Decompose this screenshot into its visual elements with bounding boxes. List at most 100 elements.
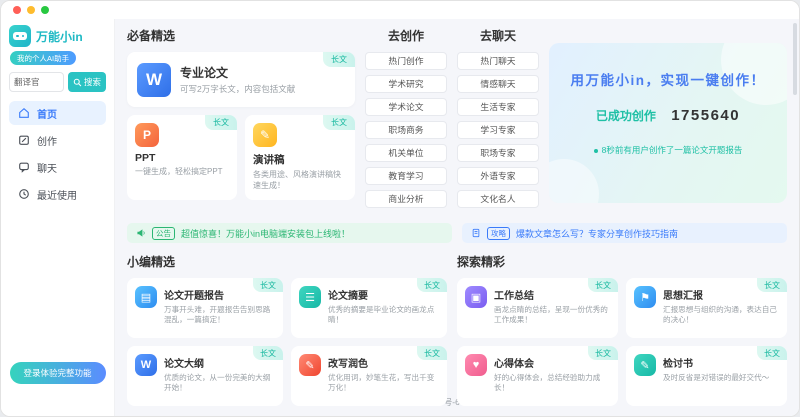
longform-badge: 长文 [323,52,355,67]
section-title: 必备精选 [127,27,355,44]
sidebar-item-recent[interactable]: 最近使用 [9,182,106,206]
create-item[interactable]: 商业分析 [365,190,447,208]
word-icon: W [137,63,171,97]
promo-stat-value: 1755640 [671,107,740,124]
section-title: 小编精选 [127,253,447,270]
clock-icon [18,188,30,200]
main-content: 必备精选 W 专业论文 可写2万字长文，内容包括文献 长文 P PPT [115,19,799,416]
announcement-text: 超值惊喜！万能小in电脑端安装包上线啦！ [181,227,350,240]
card-reflections[interactable]: ♥ 心得体会 好的心得体会，总结经验助力成长！ 长文 [457,346,618,406]
document-icon [471,228,481,238]
create-item[interactable]: 机关单位 [365,144,447,162]
flag-icon: ⚑ [634,286,656,308]
pen-icon: ✎ [634,354,656,376]
section-title: 去创作 [365,27,447,44]
create-item[interactable]: 学术论文 [365,98,447,116]
card-desc: 优秀的摘要是毕业论文的画龙点睛！ [328,305,439,326]
chat-item[interactable]: 热门聊天 [457,52,539,70]
longform-badge: 长文 [417,278,447,292]
sidebar: 万能小in 我的个人AI助手 搜索 首页 创作 [1,19,115,416]
section-go-chat: 去聊天 热门聊天 情感聊天 生活专家 学习专家 职场专家 外语专家 文化名人 [457,27,539,213]
sidebar-menu: 首页 创作 聊天 最近使用 [9,101,106,209]
robot-logo-icon [9,25,31,47]
chat-bubble-icon [18,161,30,173]
logo-tagline-badge: 我的个人AI助手 [10,51,76,65]
section-title: 探索精彩 [457,253,787,270]
card-title: 专业论文 [180,64,295,81]
minimize-button[interactable] [27,6,35,14]
card-self-criticism[interactable]: ✎ 检讨书 及时反省是对错误的最好交代～ 长文 [626,346,787,406]
card-thought-report[interactable]: ⚑ 思想汇报 汇报思想与组织的沟通，表达自己的决心！ 长文 [626,278,787,338]
card-desc: 优化用词，妙笔生花，写出千变万化！ [328,373,439,394]
card-ppt[interactable]: P PPT 一键生成，轻松搞定PPT 长文 [127,115,237,200]
promo-headline: 用万能小in，实现一键创作！ [563,69,773,89]
longform-badge: 长文 [253,278,283,292]
megaphone-icon [136,228,146,238]
ppt-icon: P [135,123,159,147]
promo-stat: 已成功创作 1755640 [563,107,773,124]
chat-item[interactable]: 生活专家 [457,98,539,116]
card-desc: 优质的论文，从一份完美的大纲开始！ [164,373,275,394]
card-title: 演讲稿 [253,152,347,167]
promo-ticker-text: 8秒前有用户创作了一篇论文开题报告 [602,145,743,155]
card-desc: 各类用途、风格演讲稿快速生成！ [253,170,347,192]
briefcase-icon: ▣ [465,286,487,308]
search-icon [73,78,82,87]
search-button[interactable]: 搜索 [68,72,106,92]
create-item[interactable]: 热门创作 [365,52,447,70]
sidebar-item-label: 最近使用 [37,187,77,202]
longform-badge: 长文 [757,278,787,292]
announcement-bar[interactable]: 公告 超值惊喜！万能小in电脑端安装包上线啦！ [127,223,452,243]
scrollbar[interactable] [793,23,797,95]
card-work-summary[interactable]: ▣ 工作总结 画龙点睛的总结，呈现一份优秀的工作成果！ 长文 [457,278,618,338]
sidebar-item-home[interactable]: 首页 [9,101,106,125]
app-window: 万能小in 我的个人AI助手 搜索 首页 创作 [0,0,800,417]
create-item[interactable]: 职场商务 [365,121,447,139]
promo-ticker: 8秒前有用户创作了一篇论文开题报告 [563,144,773,156]
section-editor-picks: 小编精选 ▤ 论文开题报告 万事开头难，开题报告告别思路混乱，一篇搞定！ 长文 … [127,253,447,391]
card-desc: 好的心得体会，总结经验助力成长！ [494,373,610,394]
card-desc: 画龙点睛的总结，呈现一份优秀的工作成果！ [494,305,610,326]
card-thesis-outline[interactable]: W 论文大纲 优质的论文，从一份完美的大纲开始！ 长文 [127,346,283,406]
chat-item[interactable]: 职场专家 [457,144,539,162]
guide-bar[interactable]: 攻略 爆款文章怎么写？专家分享创作技巧指南 [462,223,787,243]
login-button[interactable]: 登录体验完整功能 [10,362,106,384]
create-item[interactable]: 教育学习 [365,167,447,185]
sidebar-item-label: 创作 [37,133,57,148]
search-button-label: 搜索 [84,76,101,88]
promo-banner: 用万能小in，实现一键创作！ 已成功创作 1755640 8秒前有用户创作了一篇… [549,43,787,203]
close-button[interactable] [13,6,21,14]
guide-text: 爆款文章怎么写？专家分享创作技巧指南 [516,227,678,240]
section-explore: 探索精彩 ▣ 工作总结 画龙点睛的总结，呈现一份优秀的工作成果！ 长文 ⚑ [457,253,787,391]
sidebar-item-chat[interactable]: 聊天 [9,155,106,179]
card-desc: 万事开头难，开题报告告别思路混乱，一篇搞定！ [164,305,275,326]
longform-badge: 长文 [588,346,618,360]
longform-badge: 长文 [323,115,355,130]
section-title: 去聊天 [457,27,539,44]
longform-badge: 长文 [253,346,283,360]
brush-icon: ✎ [299,354,321,376]
chat-item[interactable]: 外语专家 [457,167,539,185]
card-thesis-abstract[interactable]: ☰ 论文摘要 优秀的摘要是毕业论文的画龙点睛！ 长文 [291,278,447,338]
promo-stat-label: 已成功创作 [596,109,656,123]
card-thesis[interactable]: W 专业论文 可写2万字长文，内容包括文献 长文 [127,52,355,107]
card-title: PPT [135,152,229,164]
card-thesis-proposal[interactable]: ▤ 论文开题报告 万事开头难，开题报告告别思路混乱，一篇搞定！ 长文 [127,278,283,338]
card-speech[interactable]: ✎ 演讲稿 各类用途、风格演讲稿快速生成！ 长文 [245,115,355,200]
heart-icon: ♥ [465,354,487,376]
chat-item[interactable]: 情感聊天 [457,75,539,93]
live-dot-icon [594,149,598,153]
longform-badge: 长文 [417,346,447,360]
search-input[interactable] [9,72,64,92]
fullscreen-button[interactable] [41,6,49,14]
chat-item[interactable]: 学习专家 [457,121,539,139]
home-icon [18,107,30,119]
sidebar-item-label: 首页 [37,106,57,121]
app-name: 万能小in [36,28,83,45]
sidebar-item-create[interactable]: 创作 [9,128,106,152]
card-rewrite-polish[interactable]: ✎ 改写润色 优化用词，妙笔生花，写出千变万化！ 长文 [291,346,447,406]
card-desc: 及时反省是对错误的最好交代～ [663,373,769,383]
chat-item[interactable]: 文化名人 [457,190,539,208]
pencil-icon: ✎ [253,123,277,147]
create-item[interactable]: 学术研究 [365,75,447,93]
